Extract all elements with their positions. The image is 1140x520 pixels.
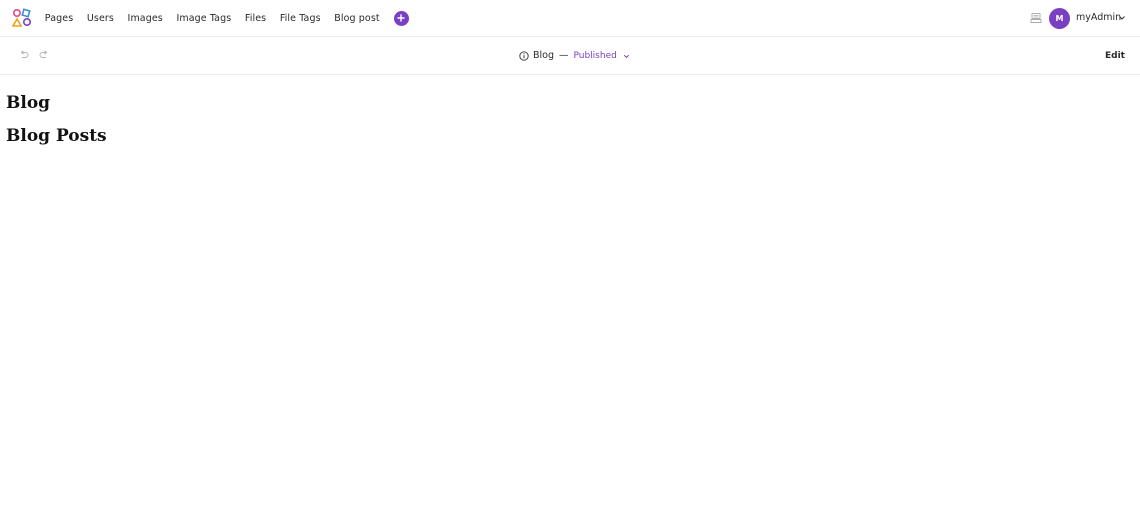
status-label: Published (573, 51, 617, 61)
nav-item-files[interactable]: Files (245, 13, 266, 24)
nav-item-users[interactable]: Users (87, 13, 114, 24)
inbox-icon[interactable] (1030, 12, 1042, 24)
document-status: Blog — Published (519, 50, 630, 61)
document-toolbar: Blog — Published Edit (0, 37, 1140, 75)
plus-icon (397, 14, 405, 22)
page-heading: Blog (6, 93, 51, 113)
avatar[interactable]: M (1049, 8, 1070, 29)
main-nav: Pages Users Images Image Tags Files File… (38, 0, 409, 36)
status-dropdown[interactable]: Published (574, 51, 630, 61)
app-logo-icon[interactable] (12, 8, 32, 28)
redo-icon[interactable] (39, 49, 49, 59)
separator: — (559, 50, 569, 61)
nav-item-pages[interactable]: Pages (45, 13, 73, 24)
section-heading: Blog Posts (6, 126, 107, 146)
nav-item-images[interactable]: Images (128, 13, 163, 24)
nav-item-image-tags[interactable]: Image Tags (176, 13, 231, 24)
info-icon[interactable] (519, 50, 529, 61)
document-title: Blog (533, 50, 554, 61)
chevron-down-icon[interactable] (1118, 14, 1126, 22)
username-menu[interactable]: myAdmin (1076, 12, 1121, 23)
chevron-down-icon (623, 54, 629, 58)
top-navigation-bar: Pages Users Images Image Tags Files File… (0, 0, 1140, 37)
nav-item-blog-post[interactable]: Blog post (334, 13, 379, 24)
undo-icon[interactable] (19, 49, 29, 59)
nav-item-file-tags[interactable]: File Tags (280, 13, 321, 24)
add-button[interactable] (393, 10, 409, 26)
edit-button[interactable]: Edit (1105, 51, 1125, 61)
